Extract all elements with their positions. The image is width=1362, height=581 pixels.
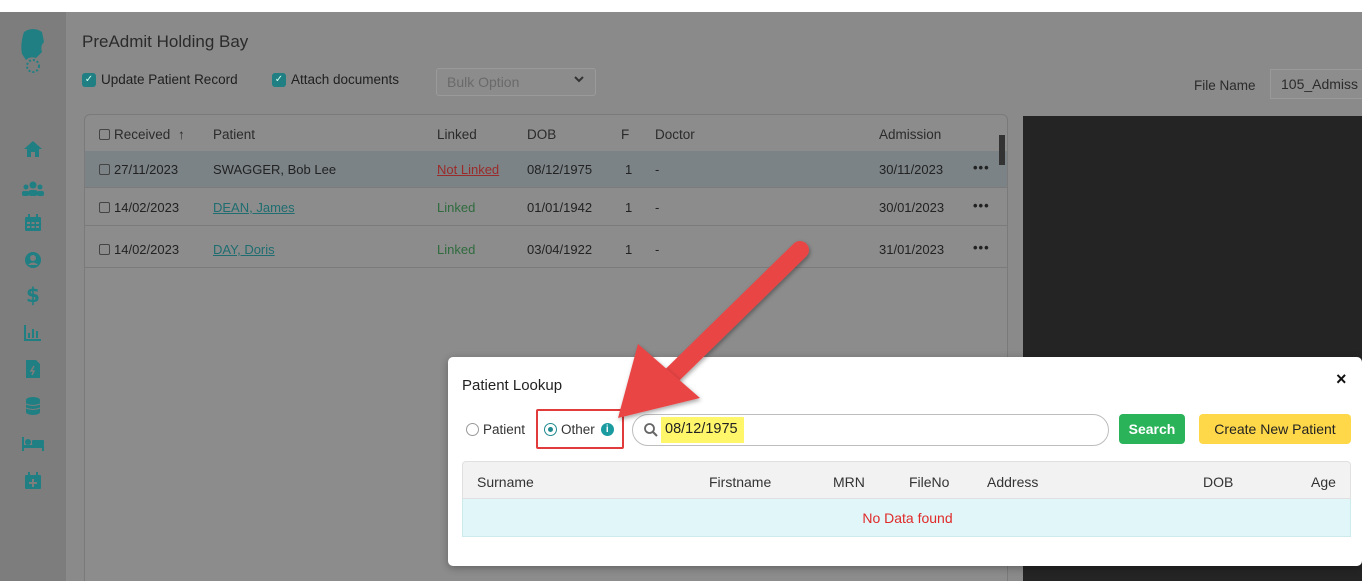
bulk-option-label: Bulk Option — [447, 74, 520, 90]
col-fileno[interactable]: FileNo — [909, 474, 949, 490]
users-icon[interactable] — [22, 178, 44, 200]
row-checkbox-received[interactable]: 27/11/2023 — [99, 162, 178, 177]
list-scrollbar[interactable] — [999, 135, 1005, 165]
cell-doctor: - — [655, 200, 660, 215]
row-checkbox-received[interactable]: 14/02/2023 — [99, 242, 179, 257]
table-row[interactable]: 14/02/2023 DEAN, James Linked 01/01/1942… — [85, 189, 1007, 226]
table-row[interactable]: 14/02/2023 DAY, Doris Linked 03/04/1922 … — [85, 231, 1007, 268]
cell-linked: Linked — [437, 242, 476, 257]
attach-documents-checkbox[interactable]: ✓ Attach documents — [272, 72, 399, 87]
cell-f: 1 — [625, 200, 633, 215]
annotation-highlight-box — [536, 409, 624, 449]
bed-icon[interactable] — [22, 432, 44, 454]
update-patient-record-label: Update Patient Record — [101, 72, 238, 87]
sidebar: $ — [0, 12, 66, 581]
no-data-message: No Data found — [862, 510, 953, 526]
checkbox-checked-icon: ✓ — [82, 72, 96, 87]
radio-patient-label: Patient — [483, 422, 526, 437]
row-menu-button[interactable]: ••• — [973, 160, 990, 175]
col-address[interactable]: Address — [987, 474, 1038, 490]
cell-admission: 30/01/2023 — [879, 200, 945, 215]
checkbox-checked-icon: ✓ — [272, 72, 286, 87]
create-new-patient-button[interactable]: Create New Patient — [1199, 414, 1351, 444]
patient-link[interactable]: DEAN, James — [213, 200, 295, 215]
header-received[interactable]: Received ↑ — [99, 127, 185, 142]
modal-title: Patient Lookup — [462, 377, 563, 394]
app-logo — [21, 29, 44, 73]
search-input[interactable]: 08/12/1975 — [632, 414, 1109, 446]
select-all-checkbox[interactable] — [99, 129, 110, 140]
sort-arrow-icon: ↑ — [178, 127, 185, 142]
bulk-option-select[interactable]: Bulk Option — [436, 68, 596, 96]
calendar-plus-icon[interactable] — [22, 470, 44, 492]
cell-dob: 01/01/1942 — [527, 200, 593, 215]
header-linked[interactable]: Linked — [437, 127, 477, 142]
cell-admission: 30/11/2023 — [879, 162, 944, 177]
file-name-label: File Name — [1194, 78, 1256, 93]
col-mrn[interactable]: MRN — [833, 474, 865, 490]
close-icon[interactable]: × — [1336, 369, 1347, 390]
cell-dob: 08/12/1975 — [527, 162, 593, 177]
col-surname[interactable]: Surname — [477, 474, 534, 490]
patient-lookup-modal: Patient Lookup × Patient Other i 08/12/1… — [448, 357, 1362, 566]
cell-dob: 03/04/1922 — [527, 242, 593, 257]
row-checkbox-received[interactable]: 14/02/2023 — [99, 200, 179, 215]
cell-admission: 31/01/2023 — [879, 242, 945, 257]
header-f[interactable]: F — [621, 127, 629, 142]
cell-patient: SWAGGER, Bob Lee — [213, 162, 337, 177]
results-table-body: No Data found — [462, 499, 1351, 537]
header-doctor[interactable]: Doctor — [655, 127, 695, 142]
search-button[interactable]: Search — [1119, 414, 1185, 444]
home-icon[interactable] — [22, 138, 44, 160]
not-linked-link[interactable]: Not Linked — [437, 162, 499, 177]
cell-linked: Linked — [437, 200, 476, 215]
header-admission[interactable]: Admission — [879, 127, 941, 142]
document-icon[interactable] — [22, 358, 44, 380]
update-patient-record-checkbox[interactable]: ✓ Update Patient Record — [82, 72, 238, 87]
page-title: PreAdmit Holding Bay — [82, 32, 249, 51]
row-menu-button[interactable]: ••• — [973, 240, 990, 255]
search-input-value: 08/12/1975 — [661, 417, 744, 443]
user-circle-icon[interactable] — [22, 249, 44, 271]
database-icon[interactable] — [22, 395, 44, 417]
attach-documents-label: Attach documents — [291, 72, 400, 87]
col-age[interactable]: Age — [1311, 474, 1336, 490]
radio-unselected-icon — [466, 423, 479, 436]
chart-icon[interactable] — [22, 322, 44, 344]
table-row[interactable]: 27/11/2023 SWAGGER, Bob Lee Not Linked 0… — [85, 151, 1007, 188]
col-dob[interactable]: DOB — [1203, 474, 1233, 490]
cell-f: 1 — [625, 162, 633, 177]
calendar-icon[interactable] — [22, 212, 44, 234]
header-dob[interactable]: DOB — [527, 127, 556, 142]
top-strip — [0, 0, 1362, 12]
patient-link[interactable]: DAY, Doris — [213, 242, 275, 257]
results-table-header: Surname Firstname MRN FileNo Address DOB… — [462, 461, 1351, 499]
dollar-icon[interactable]: $ — [22, 283, 44, 307]
cell-doctor: - — [655, 242, 660, 257]
file-name-field[interactable]: 105_Admiss — [1270, 69, 1362, 99]
search-icon — [644, 423, 658, 437]
col-firstname[interactable]: Firstname — [709, 474, 771, 490]
row-menu-button[interactable]: ••• — [973, 198, 990, 213]
cell-doctor: - — [655, 162, 660, 177]
header-patient[interactable]: Patient — [213, 127, 255, 142]
chevron-down-icon — [573, 73, 585, 87]
radio-patient[interactable]: Patient — [466, 422, 525, 437]
cell-f: 1 — [625, 242, 633, 257]
